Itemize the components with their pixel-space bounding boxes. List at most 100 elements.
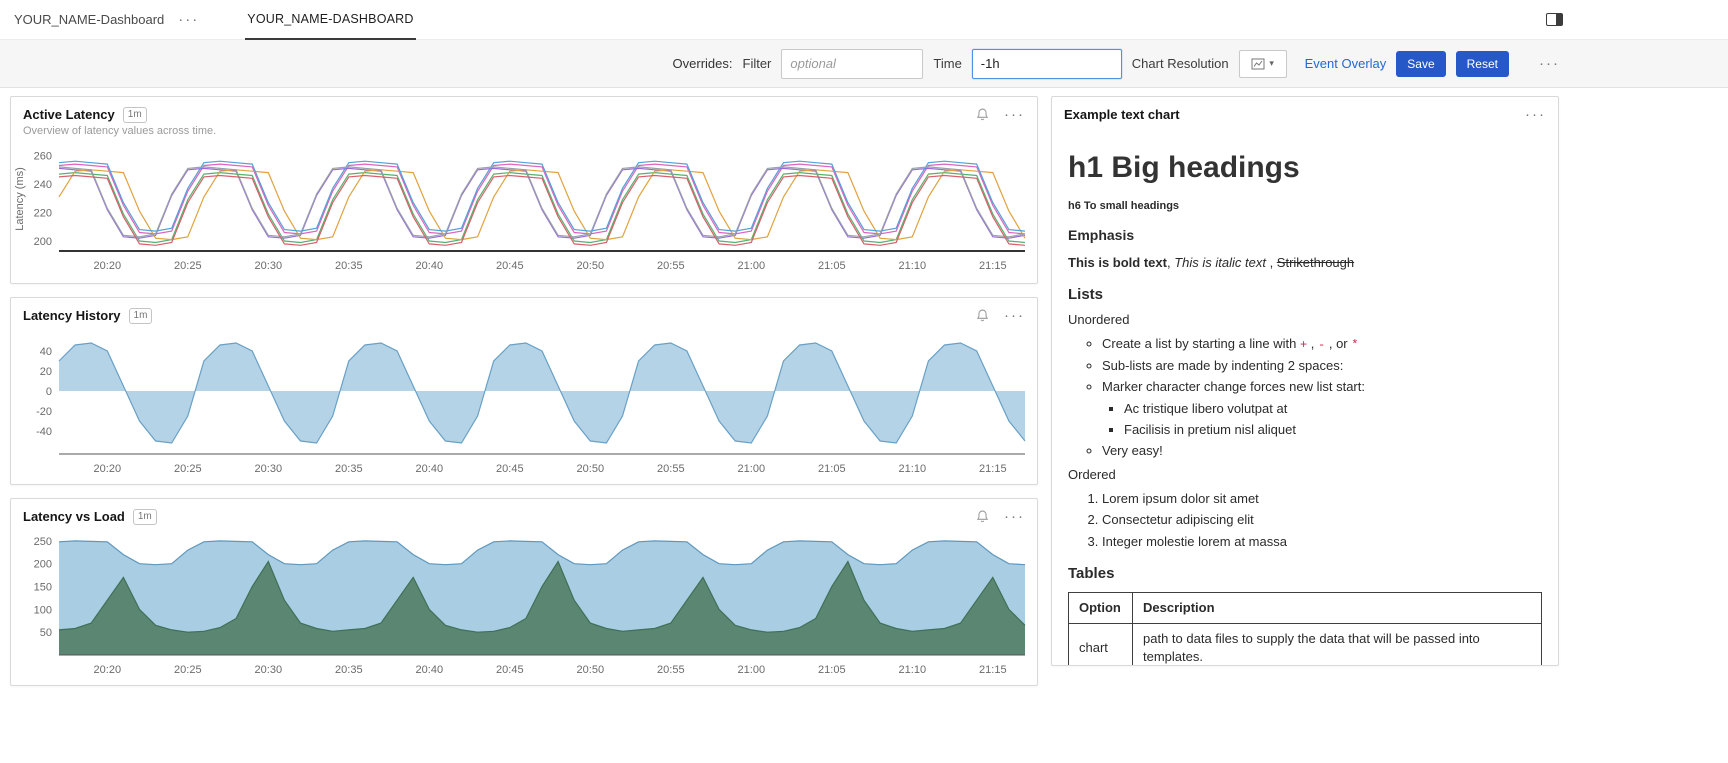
svg-text:21:10: 21:10 (899, 664, 927, 676)
overrides-label: Overrides: (673, 56, 733, 71)
lists-heading: Lists (1068, 284, 1542, 305)
card-title: Example text chart (1064, 107, 1180, 122)
svg-text:20:35: 20:35 (335, 260, 363, 272)
svg-text:20:50: 20:50 (577, 664, 605, 676)
table-cell: chart (1069, 624, 1133, 666)
overrides-toolbar: Overrides: Filter Time Chart Resolution … (0, 40, 1728, 88)
svg-text:20:25: 20:25 (174, 664, 202, 676)
example-text-chart-card: Example text chart ··· h1 Big headings h… (1051, 96, 1559, 666)
svg-text:21:15: 21:15 (979, 260, 1007, 272)
active-latency-card: Active Latency 1m ··· Overview of latenc… (10, 96, 1038, 284)
h6-heading: h6 To small headings (1068, 199, 1542, 214)
bold-text: This is bold text (1068, 255, 1167, 270)
bell-icon[interactable] (975, 107, 990, 122)
resolution-badge: 1m (133, 509, 157, 525)
card-menu-dots-icon[interactable]: ··· (1004, 307, 1025, 324)
active-latency-chart[interactable]: 20022024026020:2020:2520:3020:3520:4020:… (11, 137, 1037, 275)
svg-text:20:45: 20:45 (496, 664, 524, 676)
tab-dashboard[interactable]: YOUR_NAME-DASHBOARD (245, 0, 415, 40)
filter-label: Filter (743, 56, 772, 71)
mini-chart-icon (1251, 58, 1265, 70)
card-title: Latency History (23, 308, 121, 323)
card-menu-dots-icon[interactable]: ··· (1525, 106, 1546, 123)
svg-text:20:30: 20:30 (255, 664, 283, 676)
chevron-down-icon: ▾ (1269, 58, 1274, 69)
svg-text:21:05: 21:05 (818, 463, 846, 475)
strikethrough-text: Strikethrough (1277, 255, 1354, 270)
latency-history-card: Latency History 1m ··· -40-200204020:202… (10, 297, 1038, 485)
bell-icon[interactable] (975, 308, 990, 323)
tables-heading: Tables (1068, 563, 1542, 584)
sidebar-toggle-icon[interactable] (1546, 13, 1563, 26)
svg-text:20:40: 20:40 (416, 260, 444, 272)
svg-text:260: 260 (34, 151, 52, 163)
card-title: Active Latency (23, 107, 115, 122)
separator-text: , (1266, 255, 1277, 270)
options-table: Option Description chart path to data fi… (1068, 592, 1542, 666)
save-button[interactable]: Save (1396, 51, 1445, 77)
svg-text:20:30: 20:30 (255, 260, 283, 272)
card-subtitle: Overview of latency values across time. (11, 123, 1037, 137)
svg-text:21:05: 21:05 (818, 260, 846, 272)
time-label: Time (933, 56, 961, 71)
chart-resolution-select[interactable]: ▾ (1239, 50, 1287, 78)
svg-text:40: 40 (40, 346, 52, 358)
svg-text:21:10: 21:10 (899, 463, 927, 475)
svg-text:20:20: 20:20 (94, 260, 122, 272)
svg-text:200: 200 (34, 236, 52, 248)
tab-label: YOUR_NAME-DASHBOARD (247, 12, 413, 26)
list-item: Sub-lists are made by indenting 2 spaces… (1102, 357, 1542, 375)
card-header: Example text chart ··· (1052, 97, 1558, 123)
svg-text:20:55: 20:55 (657, 260, 685, 272)
code-asterisk: * (1351, 338, 1358, 352)
svg-text:250: 250 (34, 536, 52, 548)
card-header: Active Latency 1m ··· (11, 97, 1037, 123)
table-cell: path to data files to supply the data th… (1133, 624, 1542, 666)
latency-history-chart[interactable]: -40-200204020:2020:2520:3020:3520:4020:4… (11, 324, 1037, 478)
card-title: Latency vs Load (23, 509, 125, 524)
svg-text:20:55: 20:55 (657, 664, 685, 676)
svg-text:20:35: 20:35 (335, 664, 363, 676)
svg-text:100: 100 (34, 604, 52, 616)
separator-text: , or (1325, 336, 1351, 351)
card-header: Latency History 1m ··· (11, 298, 1037, 324)
svg-text:150: 150 (34, 582, 52, 594)
event-overlay-link[interactable]: Event Overlay (1305, 56, 1387, 71)
dashboard-group-name[interactable]: YOUR_NAME-Dashboard (14, 12, 164, 27)
svg-text:Latency (ms): Latency (ms) (14, 167, 26, 231)
time-range-input[interactable] (972, 49, 1122, 79)
list-item: Marker character change forces new list … (1102, 378, 1542, 439)
svg-text:20:55: 20:55 (657, 463, 685, 475)
dashboard-menu-dots-icon[interactable]: ··· (178, 11, 199, 28)
reset-button[interactable]: Reset (1456, 51, 1509, 77)
svg-text:21:15: 21:15 (979, 463, 1007, 475)
svg-text:-40: -40 (36, 426, 52, 438)
list-item-text: Marker character change forces new list … (1102, 379, 1365, 394)
card-menu-dots-icon[interactable]: ··· (1004, 508, 1025, 525)
svg-text:21:10: 21:10 (899, 260, 927, 272)
svg-text:20:25: 20:25 (174, 260, 202, 272)
filter-input[interactable] (781, 49, 923, 79)
latency-vs-load-chart[interactable]: 5010015020025020:2020:2520:3020:3520:402… (11, 525, 1037, 679)
toolbar-menu-dots-icon[interactable]: ··· (1539, 55, 1560, 72)
svg-text:20: 20 (40, 366, 52, 378)
svg-text:21:05: 21:05 (818, 664, 846, 676)
list-item-text: Create a list by starting a line with (1102, 336, 1300, 351)
emphasis-line: This is bold text, This is italic text ,… (1068, 254, 1542, 272)
card-menu-dots-icon[interactable]: ··· (1004, 106, 1025, 123)
svg-text:20:25: 20:25 (174, 463, 202, 475)
nested-list: Ac tristique libero volutpat at Facilisi… (1124, 400, 1542, 439)
svg-text:20:45: 20:45 (496, 463, 524, 475)
svg-text:21:15: 21:15 (979, 664, 1007, 676)
table-row: chart path to data files to supply the d… (1069, 624, 1542, 666)
h1-heading: h1 Big headings (1068, 147, 1542, 189)
resolution-badge: 1m (129, 308, 153, 324)
charts-column: Active Latency 1m ··· Overview of latenc… (10, 96, 1038, 686)
list-item: Facilisis in pretium nisl aliquet (1124, 421, 1542, 439)
list-item: Very easy! (1102, 442, 1542, 460)
card-header: Latency vs Load 1m ··· (11, 499, 1037, 525)
column-header: Option (1069, 592, 1133, 623)
bell-icon[interactable] (975, 509, 990, 524)
table-header-row: Option Description (1069, 592, 1542, 623)
svg-text:240: 240 (34, 179, 52, 191)
